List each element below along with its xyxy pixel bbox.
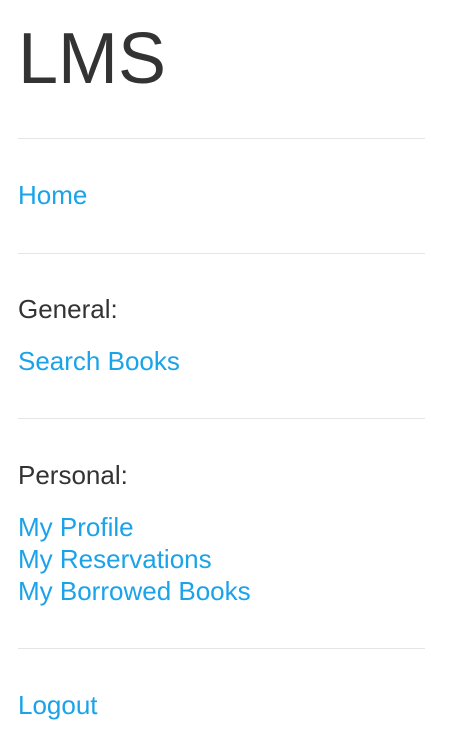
divider [18, 648, 425, 649]
nav-link-my-reservations[interactable]: My Reservations [18, 543, 212, 575]
divider [18, 138, 425, 139]
divider [18, 418, 425, 419]
nav-link-my-profile[interactable]: My Profile [18, 511, 134, 543]
nav-link-my-borrowed-books[interactable]: My Borrowed Books [18, 575, 251, 607]
divider [18, 253, 425, 254]
sidebar-nav: LMS Home General: Search Books Personal:… [0, 0, 449, 744]
nav-link-home[interactable]: Home [18, 179, 87, 211]
nav-link-logout[interactable]: Logout [18, 689, 98, 721]
app-title: LMS [18, 19, 167, 99]
section-label-general: General: [18, 294, 118, 324]
section-label-personal: Personal: [18, 460, 128, 490]
nav-link-search-books[interactable]: Search Books [18, 345, 180, 377]
